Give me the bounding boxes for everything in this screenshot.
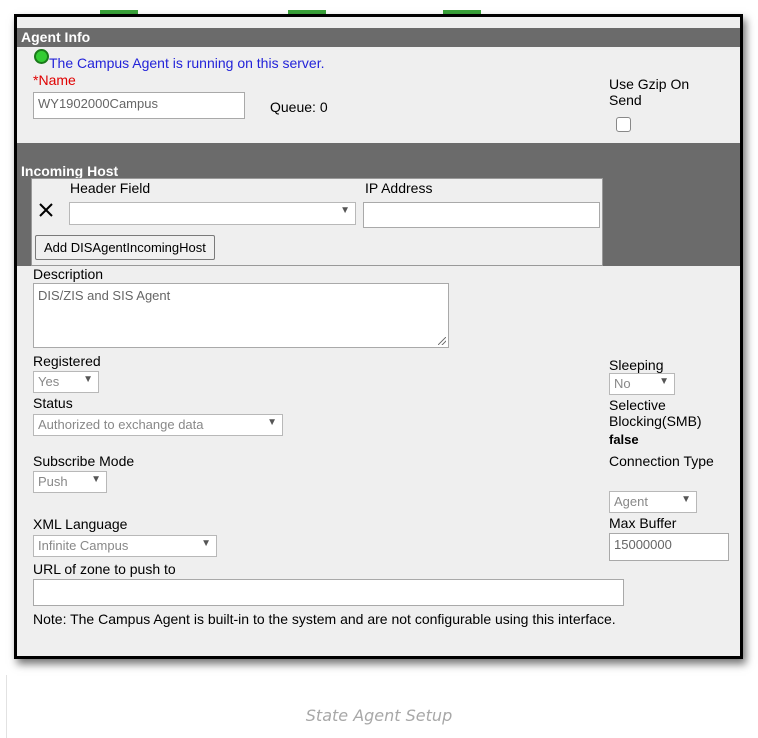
subscribe-mode-label: Subscribe Mode bbox=[33, 453, 135, 469]
status-running-icon bbox=[34, 49, 49, 64]
max-buffer-label: Max Buffer bbox=[609, 515, 677, 531]
name-label: *Name bbox=[33, 72, 76, 88]
name-label-text: Name bbox=[38, 72, 76, 88]
gzip-label: Use Gzip On Send bbox=[609, 76, 690, 108]
subscribe-mode-value: Push bbox=[38, 474, 68, 489]
sleeping-label: Sleeping bbox=[609, 357, 664, 373]
status-label: Status bbox=[33, 395, 73, 411]
description-textarea[interactable]: DIS/ZIS and SIS Agent bbox=[33, 283, 449, 348]
figure-caption: State Agent Setup bbox=[305, 706, 453, 725]
selective-blocking-value: false bbox=[609, 432, 639, 447]
resize-handle-icon[interactable] bbox=[438, 337, 446, 345]
xml-language-label: XML Language bbox=[33, 516, 128, 532]
header-field-column: Header Field bbox=[70, 180, 151, 196]
max-buffer-input[interactable]: 15000000 bbox=[609, 533, 729, 561]
url-zone-input[interactable] bbox=[33, 579, 624, 606]
triangle-down-icon: ▼ bbox=[83, 374, 93, 385]
add-incoming-host-button[interactable]: Add DISAgentIncomingHost bbox=[35, 235, 215, 260]
note-text: Note: The Campus Agent is built-in to th… bbox=[33, 611, 616, 627]
registered-label: Registered bbox=[33, 353, 101, 369]
registered-value: Yes bbox=[38, 374, 60, 389]
agent-status-message: The Campus Agent is running on this serv… bbox=[49, 55, 325, 71]
description-label: Description bbox=[33, 266, 104, 282]
sleeping-value: No bbox=[614, 376, 631, 391]
xml-language-select[interactable]: Infinite Campus ▼ bbox=[33, 535, 217, 557]
registered-select[interactable]: Yes ▼ bbox=[33, 371, 99, 393]
queue-text: Queue: 0 bbox=[270, 99, 328, 115]
ip-address-input[interactable] bbox=[363, 202, 600, 228]
status-value: Authorized to exchange data bbox=[38, 417, 204, 432]
agent-info-header: Agent Info bbox=[17, 28, 740, 47]
triangle-down-icon: ▼ bbox=[91, 474, 101, 485]
triangle-down-icon: ▼ bbox=[267, 417, 277, 428]
name-input[interactable]: WY1902000Campus bbox=[33, 92, 245, 119]
connection-type-label: Connection Type bbox=[609, 453, 714, 469]
connection-type-value: Agent bbox=[614, 494, 648, 509]
header-field-select[interactable]: ▼ bbox=[69, 202, 356, 225]
ip-address-column: IP Address bbox=[365, 180, 433, 196]
triangle-down-icon: ▼ bbox=[681, 494, 691, 505]
triangle-down-icon: ▼ bbox=[201, 538, 211, 549]
selective-blocking-label: Selective Blocking(SMB) bbox=[609, 397, 702, 429]
status-select[interactable]: Authorized to exchange data ▼ bbox=[33, 414, 283, 436]
agent-form-frame: Agent Info The Campus Agent is running o… bbox=[14, 14, 743, 659]
remove-host-icon[interactable] bbox=[38, 202, 54, 218]
incoming-host-title: Incoming Host bbox=[21, 163, 119, 179]
description-value: DIS/ZIS and SIS Agent bbox=[38, 288, 171, 303]
url-zone-label: URL of zone to push to bbox=[33, 561, 176, 577]
incoming-host-table: Header Field IP Address ▼ Add DISAgentIn… bbox=[31, 178, 603, 266]
sleeping-select[interactable]: No ▼ bbox=[609, 373, 675, 395]
agent-info-title: Agent Info bbox=[21, 29, 91, 45]
triangle-down-icon: ▼ bbox=[659, 376, 669, 387]
connection-type-select[interactable]: Agent ▼ bbox=[609, 491, 697, 513]
triangle-down-icon: ▼ bbox=[340, 205, 350, 216]
xml-language-value: Infinite Campus bbox=[38, 538, 129, 553]
gzip-checkbox[interactable] bbox=[616, 117, 631, 132]
subscribe-mode-select[interactable]: Push ▼ bbox=[33, 471, 107, 493]
